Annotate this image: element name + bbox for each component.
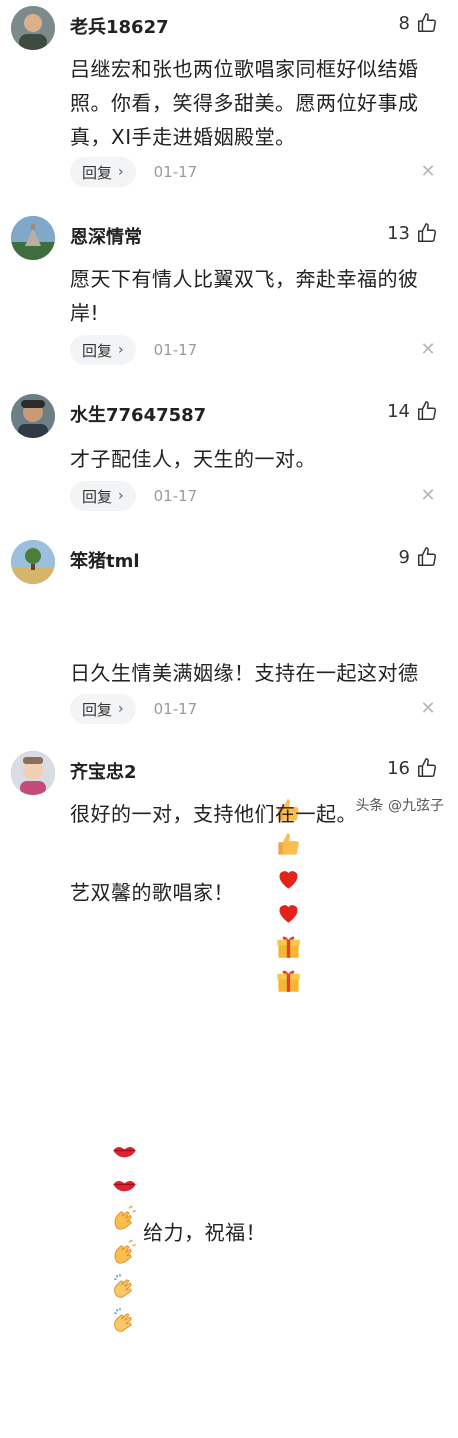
avatar[interactable] bbox=[11, 540, 55, 584]
like-count: 14 bbox=[387, 400, 410, 422]
avatar[interactable] bbox=[11, 216, 55, 260]
comment-text: 吕继宏和张也两位歌唱家同框好似结婚照。你看，笑得多甜美。愿两位好事成真，XI手走… bbox=[70, 57, 419, 149]
comment-text-line: 给力，祝福！ bbox=[70, 1098, 442, 1370]
like-button[interactable]: 8 bbox=[399, 12, 438, 34]
close-icon[interactable]: ✕ bbox=[420, 487, 436, 505]
comment-item: 水生77647587 14 才子配佳人，天生的一对。 回复 › 01-17 ✕ bbox=[0, 388, 458, 523]
chevron-right-icon: › bbox=[118, 342, 124, 358]
like-count: 16 bbox=[387, 757, 410, 779]
close-icon[interactable]: ✕ bbox=[420, 163, 436, 181]
reply-button[interactable]: 回复 › bbox=[70, 335, 136, 365]
comment-item: 老兵18627 8 吕继宏和张也两位歌唱家同框好似结婚照。你看，笑得多甜美。愿两… bbox=[0, 0, 458, 200]
comment-text: 愿天下有情人比翼双飞，奔赴幸福的彼岸! bbox=[70, 267, 419, 325]
comment-item: 笨猪tml 9 日久生情美满姻缘！支持在一起这对德 艺双馨的歌唱家！ 给力，祝福… bbox=[0, 534, 458, 1332]
comment-date: 01-17 bbox=[153, 487, 198, 505]
kiss-lips-emoji-icon bbox=[111, 1171, 138, 1198]
avatar[interactable] bbox=[11, 394, 55, 438]
reply-button[interactable]: 回复 › bbox=[70, 694, 136, 724]
reply-label: 回复 bbox=[82, 341, 113, 360]
kiss-lips-emoji-icon bbox=[111, 1137, 138, 1164]
comment-date: 01-17 bbox=[153, 341, 198, 359]
applause-emoji-icon bbox=[111, 1273, 138, 1300]
username[interactable]: 恩深情常 bbox=[70, 223, 142, 249]
comment-text: 才子配佳人，天生的一对。 bbox=[70, 447, 316, 471]
username[interactable]: 老兵18627 bbox=[70, 13, 169, 39]
chevron-right-icon: › bbox=[118, 488, 124, 504]
red-heart-emoji-icon bbox=[275, 899, 302, 926]
chevron-right-icon: › bbox=[118, 164, 124, 180]
reply-button[interactable]: 回复 › bbox=[70, 481, 136, 511]
reply-button[interactable]: 回复 › bbox=[70, 157, 136, 187]
like-count: 13 bbox=[387, 222, 410, 244]
like-button[interactable]: 13 bbox=[387, 222, 438, 244]
comment-text-fragment: 艺双馨的歌唱家！ bbox=[70, 880, 234, 905]
reply-label: 回复 bbox=[82, 487, 113, 506]
comment-text-fragment: 给力，祝福！ bbox=[143, 1220, 267, 1245]
close-icon[interactable]: ✕ bbox=[420, 341, 436, 359]
like-button[interactable]: 9 bbox=[399, 546, 438, 568]
emoji-row bbox=[70, 1098, 143, 1370]
clapping-hands-emoji-icon bbox=[111, 1239, 138, 1266]
like-button[interactable]: 14 bbox=[387, 400, 438, 422]
like-count: 9 bbox=[398, 546, 410, 568]
applause-emoji-icon bbox=[111, 1307, 138, 1334]
avatar[interactable] bbox=[11, 751, 55, 795]
close-icon[interactable]: ✕ bbox=[420, 700, 436, 718]
username[interactable]: 水生77647587 bbox=[70, 401, 206, 427]
like-button[interactable]: 16 bbox=[387, 757, 438, 779]
red-heart-emoji-icon bbox=[275, 865, 302, 892]
comment-item: 齐宝忠2 16 很好的一对，支持他们在一起。 bbox=[0, 745, 458, 829]
watermark: 头条 @九弦子 bbox=[355, 798, 444, 814]
gift-emoji-icon bbox=[275, 967, 302, 994]
like-count: 8 bbox=[398, 12, 410, 34]
thumbs-up-icon[interactable] bbox=[416, 400, 438, 422]
thumbs-up-icon[interactable] bbox=[416, 12, 438, 34]
thumbs-up-icon[interactable] bbox=[416, 757, 438, 779]
thumbs-up-icon[interactable] bbox=[416, 546, 438, 568]
gift-emoji-icon bbox=[275, 933, 302, 960]
clapping-hands-emoji-icon bbox=[111, 1205, 138, 1232]
comment-date: 01-17 bbox=[153, 700, 198, 718]
reply-label: 回复 bbox=[82, 163, 113, 182]
reply-label: 回复 bbox=[82, 700, 113, 719]
comment-date: 01-17 bbox=[153, 163, 198, 181]
thumbs-up-emoji-icon bbox=[275, 831, 302, 858]
username[interactable]: 齐宝忠2 bbox=[70, 758, 137, 784]
comment-text-line: 日久生情美满姻缘！支持在一起这对德 bbox=[70, 661, 419, 685]
avatar[interactable] bbox=[11, 6, 55, 50]
chevron-right-icon: › bbox=[118, 701, 124, 717]
comment-item: 恩深情常 13 愿天下有情人比翼双飞，奔赴幸福的彼岸! 回复 › 01-17 ✕ bbox=[0, 210, 458, 380]
username[interactable]: 笨猪tml bbox=[70, 547, 140, 573]
thumbs-up-icon[interactable] bbox=[416, 222, 438, 244]
